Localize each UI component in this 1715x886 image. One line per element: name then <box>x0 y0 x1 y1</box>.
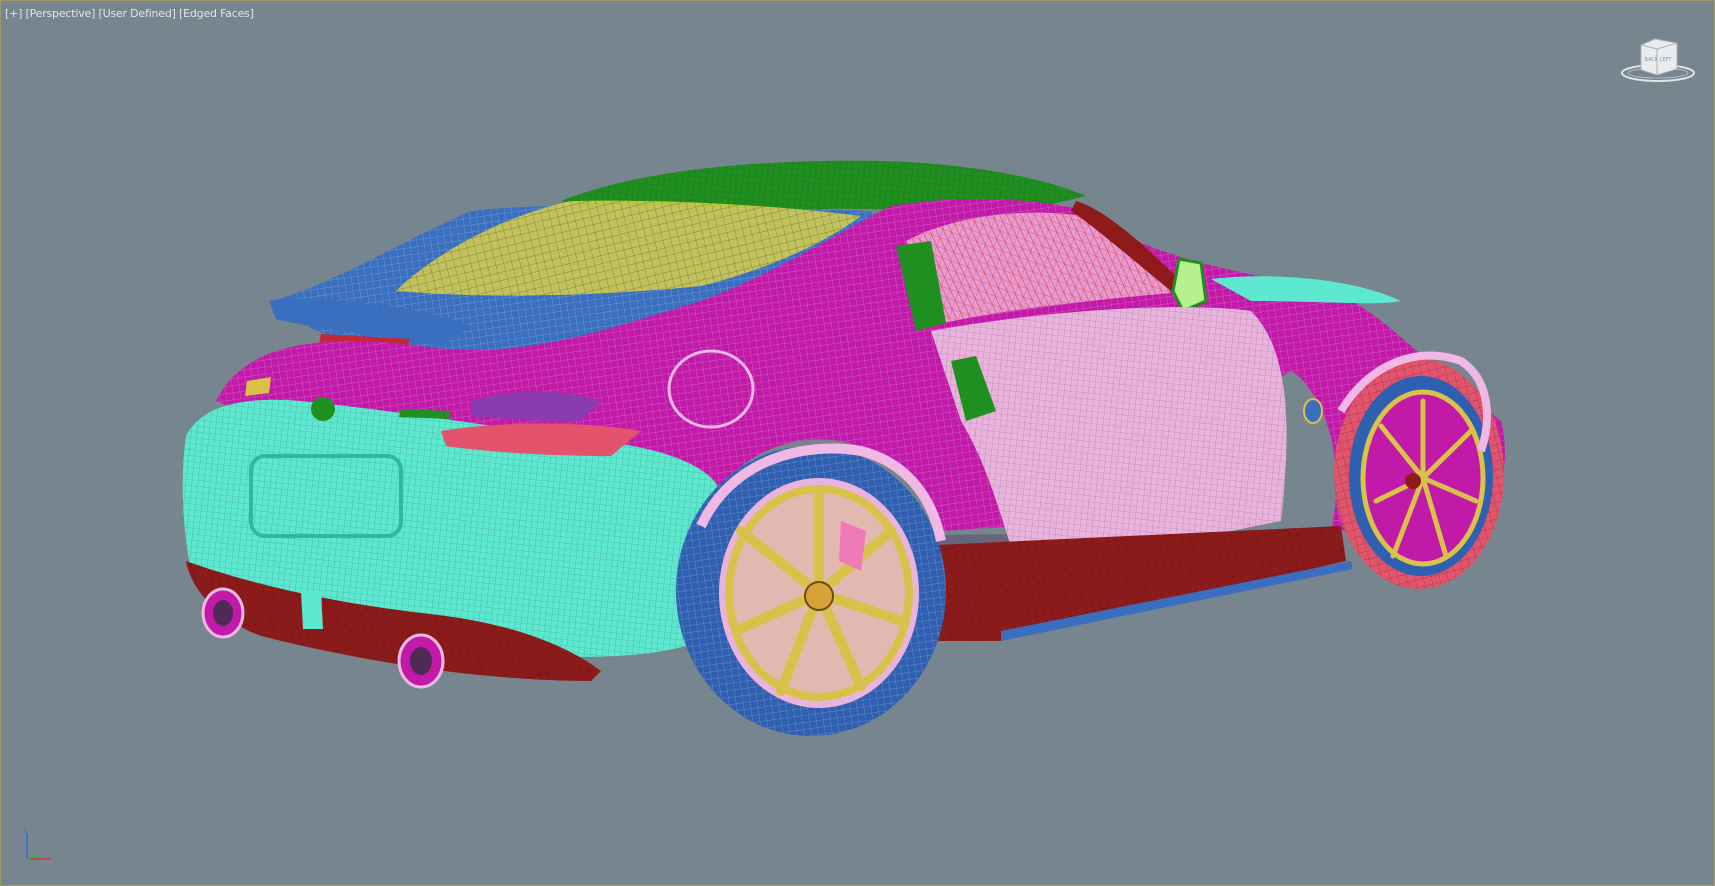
viewcube-face-label: BACK LEFT <box>1645 57 1673 63</box>
viewport[interactable]: [+] [Perspective] [User Defined] [Edged … <box>0 0 1715 886</box>
car-model-wireframe[interactable] <box>1 1 1714 885</box>
side-skirt <box>916 526 1353 641</box>
rear-wheel <box>676 446 946 736</box>
axis-z-label: z <box>23 826 27 835</box>
axis-tripod-icon: z <box>23 826 51 860</box>
front-wheel <box>1334 359 1504 589</box>
side-mirror <box>1171 257 1208 313</box>
viewcube-icon[interactable]: BACK LEFT <box>1619 37 1697 87</box>
